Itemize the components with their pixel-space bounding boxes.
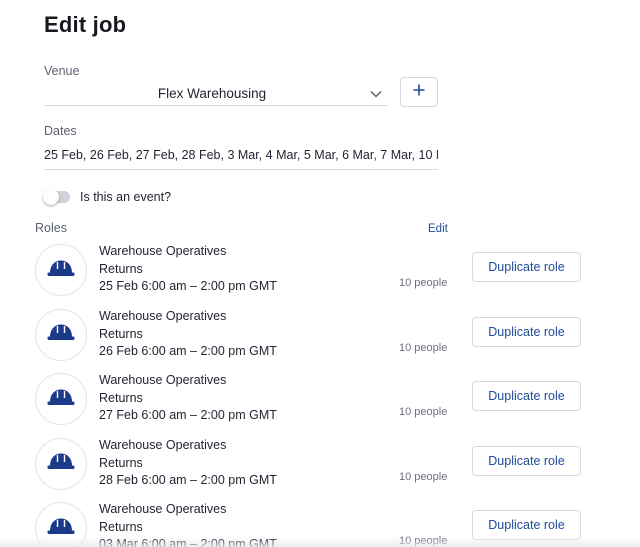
role-avatar bbox=[35, 373, 87, 425]
role-name: Warehouse Operatives bbox=[99, 502, 227, 516]
hat-brim bbox=[47, 465, 75, 469]
hat-dome bbox=[50, 260, 72, 273]
duplicate-role-button[interactable]: Duplicate role bbox=[472, 445, 581, 476]
role-row: Warehouse Operatives Returns 28 Feb 6:00 a… bbox=[0, 437, 640, 502]
role-row: Warehouse Operatives Returns 26 Feb 6:00 a… bbox=[0, 308, 640, 373]
dates-input[interactable]: 25 Feb, 26 Feb, 27 Feb, 28 Feb, 3 Mar, 4… bbox=[44, 144, 438, 170]
role-department: Returns bbox=[99, 262, 143, 276]
hat-brim bbox=[47, 530, 75, 534]
role-avatar bbox=[35, 437, 87, 490]
role-avatar bbox=[35, 244, 87, 296]
role-department: Returns bbox=[99, 326, 143, 341]
toggle-knob bbox=[43, 189, 59, 205]
role-name: Warehouse Operatives bbox=[99, 244, 227, 258]
hat-dome bbox=[50, 389, 72, 402]
role-name: Warehouse Operatives bbox=[99, 437, 227, 452]
roles-edit-link[interactable]: Edit bbox=[428, 223, 448, 235]
role-people-count: 10 people bbox=[399, 341, 448, 354]
role-time: 27 Feb 6:00 am – 2:00 pm GMT bbox=[99, 408, 277, 422]
event-toggle-label: Is this an event? bbox=[80, 190, 172, 204]
dates-label: Dates bbox=[44, 124, 77, 138]
role-time: 28 Feb 6:00 am – 2:00 pm GMT bbox=[99, 472, 277, 487]
plus-icon bbox=[413, 83, 425, 101]
role-department: Returns bbox=[99, 455, 143, 470]
hat-brim bbox=[47, 336, 75, 340]
hat-dome bbox=[50, 518, 72, 531]
bottom-fade bbox=[0, 537, 640, 547]
role-avatar bbox=[35, 308, 87, 361]
role-row: Warehouse Operatives Returns 27 Feb 6:00 a… bbox=[0, 373, 640, 437]
roles-heading: Roles bbox=[35, 221, 67, 235]
add-venue-button[interactable] bbox=[400, 77, 438, 107]
role-name: Warehouse Operatives bbox=[99, 373, 227, 387]
hat-brim bbox=[47, 272, 75, 276]
role-department: Returns bbox=[99, 520, 143, 534]
hat-dome bbox=[50, 453, 72, 466]
hard-hat-icon bbox=[46, 451, 76, 476]
role-row: Warehouse Operatives Returns 25 Feb 6:00 a… bbox=[0, 244, 640, 308]
chevron-down-icon bbox=[368, 86, 384, 102]
role-department: Returns bbox=[99, 391, 143, 405]
page-title: Edit job bbox=[44, 12, 127, 37]
hard-hat-icon bbox=[46, 322, 76, 347]
role-people-count: 10 people bbox=[399, 277, 448, 289]
hard-hat-icon bbox=[46, 387, 76, 412]
event-toggle[interactable] bbox=[43, 189, 70, 205]
duplicate-role-button[interactable]: Duplicate role bbox=[472, 381, 581, 411]
duplicate-role-button[interactable]: Duplicate role bbox=[472, 316, 581, 347]
hard-hat-icon bbox=[46, 258, 76, 283]
venue-select[interactable]: Flex Warehousing bbox=[44, 82, 388, 106]
role-people-count: 10 people bbox=[399, 406, 448, 418]
role-time: 25 Feb 6:00 am – 2:00 pm GMT bbox=[99, 279, 277, 293]
venue-value: Flex Warehousing bbox=[157, 86, 267, 101]
role-name: Warehouse Operatives bbox=[99, 308, 227, 323]
hat-brim bbox=[47, 401, 75, 405]
duplicate-role-button[interactable]: Duplicate role bbox=[472, 252, 581, 282]
role-time: 26 Feb 6:00 am – 2:00 pm GMT bbox=[99, 343, 277, 358]
hat-dome bbox=[50, 324, 72, 337]
venue-label: Venue bbox=[44, 64, 80, 78]
duplicate-role-button[interactable]: Duplicate role bbox=[472, 510, 581, 540]
role-people-count: 10 people bbox=[399, 470, 448, 483]
event-toggle-row: Is this an event? bbox=[43, 189, 172, 205]
